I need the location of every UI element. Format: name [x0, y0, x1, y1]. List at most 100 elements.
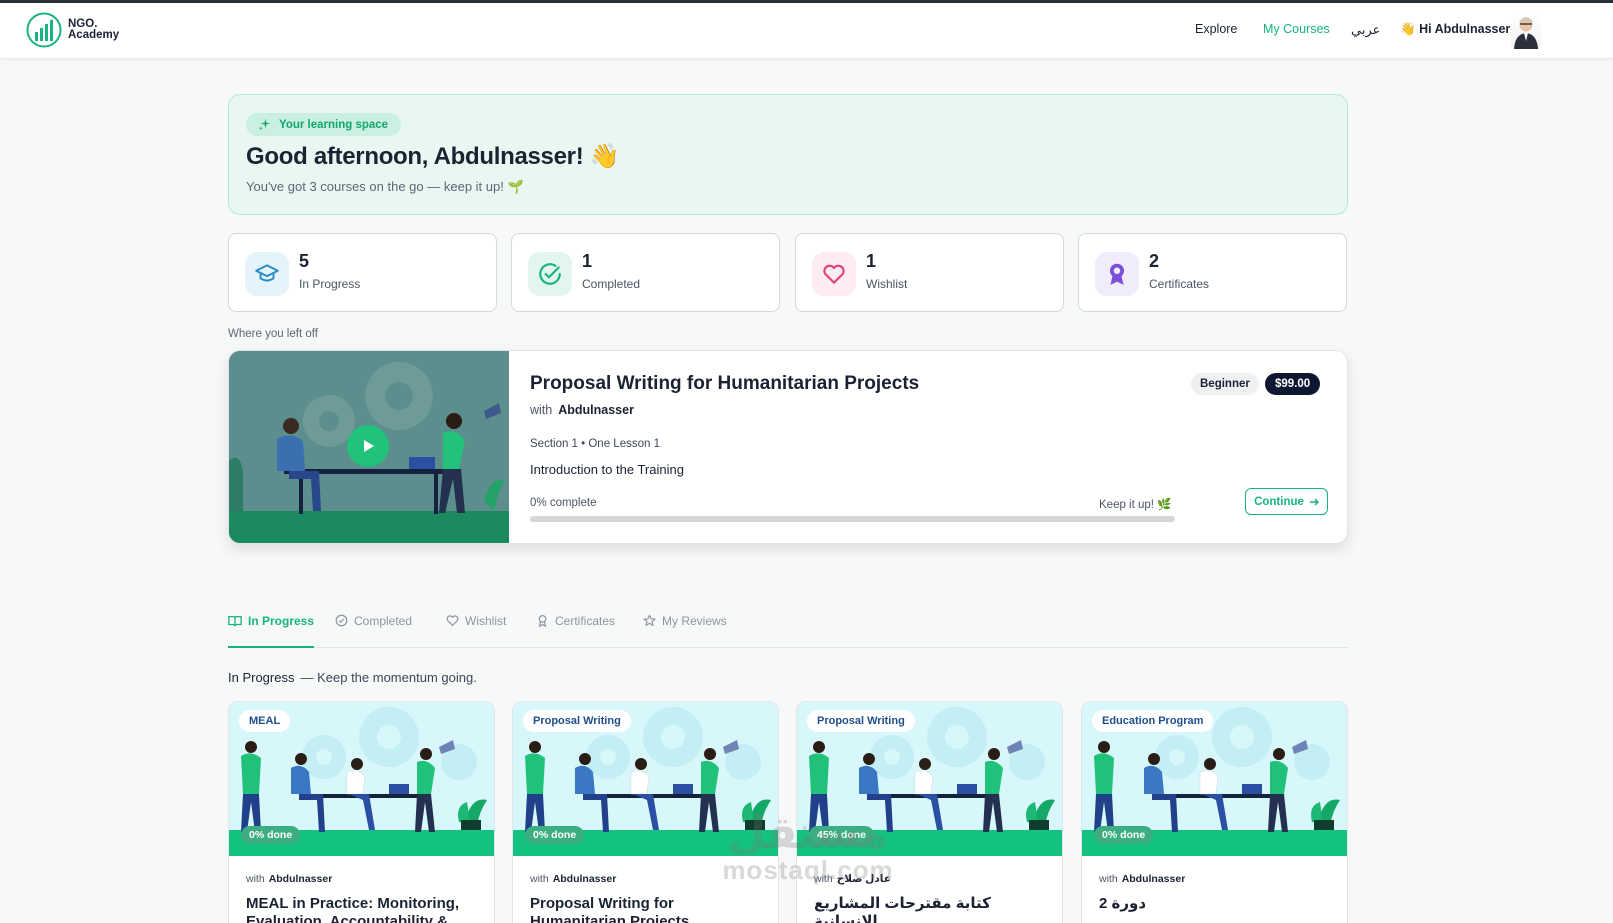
stat-label: Completed [582, 277, 641, 291]
course-card-thumbnail: Education Program 0% done [1082, 702, 1347, 856]
user-avatar[interactable] [1511, 14, 1541, 49]
learning-space-label: Your learning space [279, 118, 389, 131]
progress-badge: 0% done [525, 826, 585, 844]
course-card-thumbnail: Proposal Writing 0% done [513, 702, 778, 856]
resume-section: Section 1 • One Lesson 1 [530, 438, 660, 450]
progress-label: 0% complete [530, 497, 597, 509]
stat-label: Certificates [1149, 277, 1210, 291]
star-icon [643, 614, 656, 626]
with-label: with [814, 873, 833, 885]
instructor-name: عادل صلاح [836, 873, 891, 885]
tab-label: Certificates [555, 614, 616, 628]
instructor-name: Abdulnasser [558, 403, 634, 417]
brand-logo[interactable]: NGO. Academy [26, 12, 119, 48]
stat-label: In Progress [299, 277, 361, 291]
tab-label: My Reviews [662, 614, 727, 628]
navbar: NGO. Academy Explore My Courses عربي 👋 H… [0, 3, 1613, 59]
course-thumbnail[interactable] [229, 351, 509, 543]
check-circle-icon [335, 614, 348, 627]
award-icon [538, 615, 547, 627]
instructor-name: Abdulnasser [1121, 873, 1186, 885]
wave-emoji: 👋 [1400, 22, 1416, 36]
user-greeting[interactable]: 👋 Hi Abdulnasser [1400, 22, 1510, 37]
greeting-title: Good afternoon, Abdulnasser! 👋 [246, 142, 620, 171]
user-greeting-text: Hi Abdulnasser [1419, 22, 1511, 36]
level-badge: Beginner [1191, 373, 1259, 395]
with-label: with [530, 873, 549, 885]
course-card-title[interactable]: MEAL in Practice: Monitoring, Evaluation… [246, 895, 481, 923]
arrow-right-icon [1309, 497, 1319, 506]
tab-label: Completed [354, 614, 413, 628]
with-label: with [530, 403, 553, 417]
resume-lesson: Introduction to the Training [530, 462, 684, 477]
tab-label: Wishlist [465, 614, 507, 628]
greeting-emoji: 👋 [589, 143, 620, 170]
greeting-title-text: Good afternoon, Abdulnasser! [246, 143, 584, 170]
course-card-thumbnail: Proposal Writing 45% done [797, 702, 1062, 856]
stat-value: 2 [1149, 251, 1160, 271]
progress-badge: 0% done [1094, 826, 1154, 844]
resume-caption: Where you left off [228, 328, 318, 340]
tab-in-progress[interactable]: In Progress [228, 614, 315, 648]
course-tabs: In Progress Completed Wishlist Certifica… [228, 610, 1348, 648]
category-badge: Education Program [1092, 710, 1214, 732]
continue-label: Continue [1254, 495, 1304, 508]
price-badge: $99.00 [1265, 373, 1321, 395]
tab-certificates[interactable]: Certificates [536, 614, 615, 648]
course-card[interactable]: Education Program 0% done with Abdulnasse… [1081, 701, 1348, 923]
category-badge: Proposal Writing [807, 710, 915, 732]
course-card-title[interactable]: كتابة مقترحات المشاريع الإنسانية [814, 895, 1049, 923]
progress-bar [530, 516, 1175, 522]
continue-button[interactable]: Continue [1245, 488, 1328, 515]
learning-space-pill: Your learning space [246, 113, 402, 136]
tab-completed[interactable]: Completed [335, 614, 412, 648]
encouragement-text: Keep it up! 🌿 [1099, 499, 1172, 511]
play-icon [364, 440, 374, 452]
category-badge: Proposal Writing [523, 710, 631, 732]
list-header-tagline: — Keep the momentum going. [300, 670, 477, 685]
stat-card-in-progress[interactable]: 5 In Progress [228, 233, 497, 312]
list-header-title: In Progress [228, 670, 295, 685]
stat-value: 1 [582, 251, 593, 271]
heart-icon [446, 615, 459, 627]
nav-my-courses[interactable]: My Courses [1263, 22, 1330, 36]
logo-chart-icon [26, 12, 62, 48]
course-card[interactable]: MEAL 0% done with Abdulnasser MEAL in Pra… [228, 701, 495, 923]
course-card-thumbnail: MEAL 0% done [229, 702, 494, 856]
continue-learning-card[interactable]: Proposal Writing for Humanitarian Projec… [228, 350, 1348, 544]
welcome-banner: Your learning space Good afternoon, Abdu… [228, 94, 1348, 215]
course-card-title[interactable]: دورة 2 [1099, 895, 1334, 913]
brand-name: NGO. Academy [68, 18, 120, 41]
nav-explore[interactable]: Explore [1195, 22, 1237, 36]
check-circle-icon [528, 252, 572, 296]
tab-wishlist[interactable]: Wishlist [446, 614, 506, 648]
course-card[interactable]: Proposal Writing 0% done with Abdulnasser… [512, 701, 779, 923]
with-label: with [1099, 873, 1118, 885]
stat-label: Wishlist [866, 277, 908, 291]
course-card-instructor: with Abdulnasser [1099, 873, 1185, 885]
stat-card-certificates[interactable]: 2 Certificates [1078, 233, 1347, 312]
resume-course-title[interactable]: Proposal Writing for Humanitarian Projec… [530, 373, 919, 395]
brand-line-2: Academy [68, 29, 120, 41]
instructor-name: Abdulnasser [268, 873, 333, 885]
course-card-instructor: with Abdulnasser [246, 873, 332, 885]
progress-badge: 45% done [809, 826, 875, 844]
stat-value: 5 [299, 251, 310, 271]
stat-value: 1 [866, 251, 877, 271]
sparkles-icon [258, 118, 271, 131]
award-icon [1095, 252, 1139, 296]
nav-language-toggle[interactable]: عربي [1351, 22, 1380, 38]
course-card-instructor: with عادل صلاح [814, 873, 891, 885]
stat-card-completed[interactable]: 1 Completed [511, 233, 780, 312]
course-card-title[interactable]: Proposal Writing for Humanitarian Projec… [530, 895, 765, 923]
category-badge: MEAL [239, 710, 291, 732]
tab-my-reviews[interactable]: My Reviews [643, 614, 727, 648]
course-card[interactable]: Proposal Writing 45% done with عادل صلاح … [796, 701, 1063, 923]
resume-instructor: with Abdulnasser [530, 403, 634, 417]
greeting-subtitle: You've got 3 courses on the go — keep it… [246, 179, 524, 194]
stat-card-wishlist[interactable]: 1 Wishlist [795, 233, 1064, 312]
course-card-instructor: with Abdulnasser [530, 873, 616, 885]
play-button[interactable] [347, 425, 389, 467]
graduation-cap-icon [245, 252, 289, 296]
with-label: with [246, 873, 265, 885]
